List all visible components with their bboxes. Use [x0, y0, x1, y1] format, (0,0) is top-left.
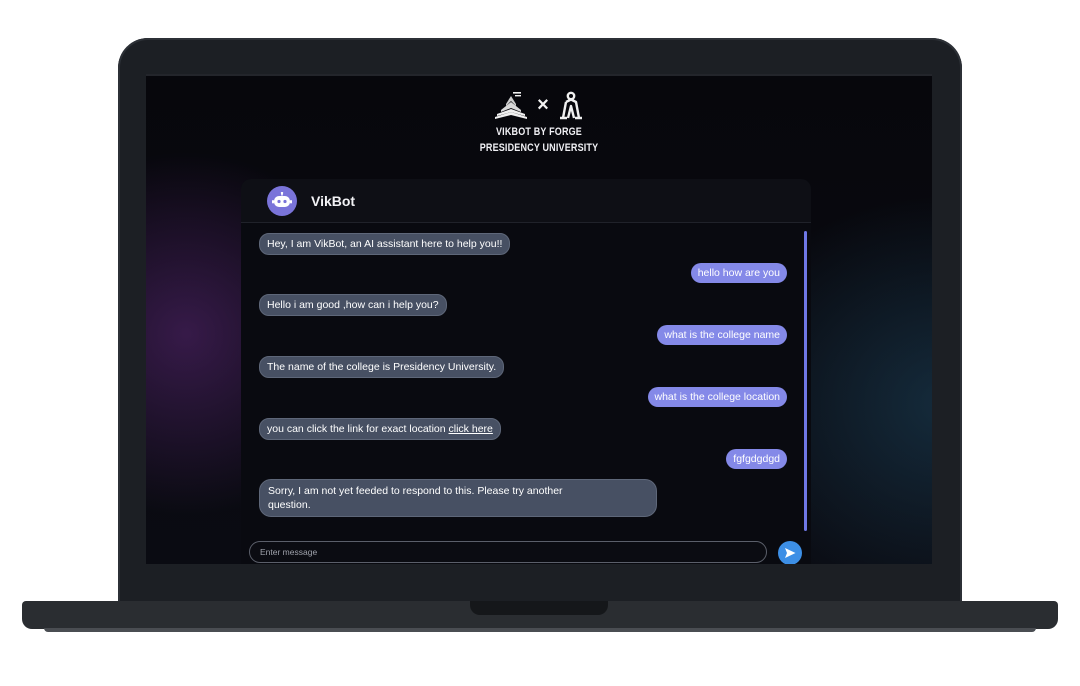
message-text: fgfgdgdgd	[733, 453, 780, 465]
message-scrollbar[interactable]	[804, 231, 807, 531]
message-text: what is the college name	[664, 329, 780, 341]
message-text: Sorry, I am not yet feeded to respond to…	[268, 485, 563, 497]
message-input[interactable]	[249, 541, 767, 563]
bot-message: Sorry, I am not yet feeded to respond to…	[259, 479, 657, 517]
message-text: question.	[268, 499, 311, 511]
message-text: Hello i am good ,how can i help you?	[267, 299, 439, 311]
screen-top-border	[146, 74, 932, 76]
message-text: what is the college location	[654, 391, 781, 403]
send-arrow-icon	[785, 548, 796, 558]
open-book-logo-icon	[495, 92, 528, 119]
chat-window: VikBot Hey, I am VikBot, an AI assistant…	[241, 179, 811, 564]
send-button[interactable]	[778, 541, 802, 564]
location-link[interactable]: click here	[449, 423, 493, 435]
user-message: hello how are you	[690, 263, 787, 283]
user-message: what is the college location	[647, 387, 787, 407]
message-input-row	[249, 539, 809, 564]
bot-message: The name of the college is Presidency Un…	[259, 356, 505, 378]
message-text: you can click the link for exact locatio…	[267, 423, 446, 435]
user-message: fgfgdgdgd	[726, 449, 787, 469]
message-text: The name of the college is Presidency Un…	[267, 361, 497, 373]
robot-icon	[267, 185, 297, 216]
bot-message: Hey, I am VikBot, an AI assistant here t…	[259, 233, 511, 255]
logo-separator: ×	[537, 93, 549, 116]
message-text: hello how are you	[697, 267, 780, 279]
branding-header: × VIKBOT BY FORGE PRESIDENCY UNIVERSITY	[146, 86, 932, 156]
forge-figure-logo-icon	[559, 91, 582, 120]
logo-row: ×	[146, 86, 932, 124]
user-message: what is the college name	[657, 325, 787, 345]
brand-title: VIKBOT BY FORGE	[496, 126, 582, 138]
chat-header: VikBot	[241, 179, 811, 223]
laptop-mockup: × VIKBOT BY FORGE PRESIDENCY UNIVERSITY	[0, 0, 1080, 686]
laptop-base-edge	[44, 628, 1036, 632]
message-text: Hey, I am VikBot, an AI assistant here t…	[267, 238, 503, 250]
message-list[interactable]: Hey, I am VikBot, an AI assistant here t…	[241, 231, 801, 521]
laptop-notch	[470, 601, 608, 615]
laptop-screen: × VIKBOT BY FORGE PRESIDENCY UNIVERSITY	[146, 74, 932, 564]
brand-subtitle: PRESIDENCY UNIVERSITY	[479, 142, 599, 154]
bot-message: you can click the link for exact locatio…	[259, 418, 501, 440]
bot-name: VikBot	[311, 192, 356, 209]
bot-message: Hello i am good ,how can i help you?	[259, 294, 447, 316]
